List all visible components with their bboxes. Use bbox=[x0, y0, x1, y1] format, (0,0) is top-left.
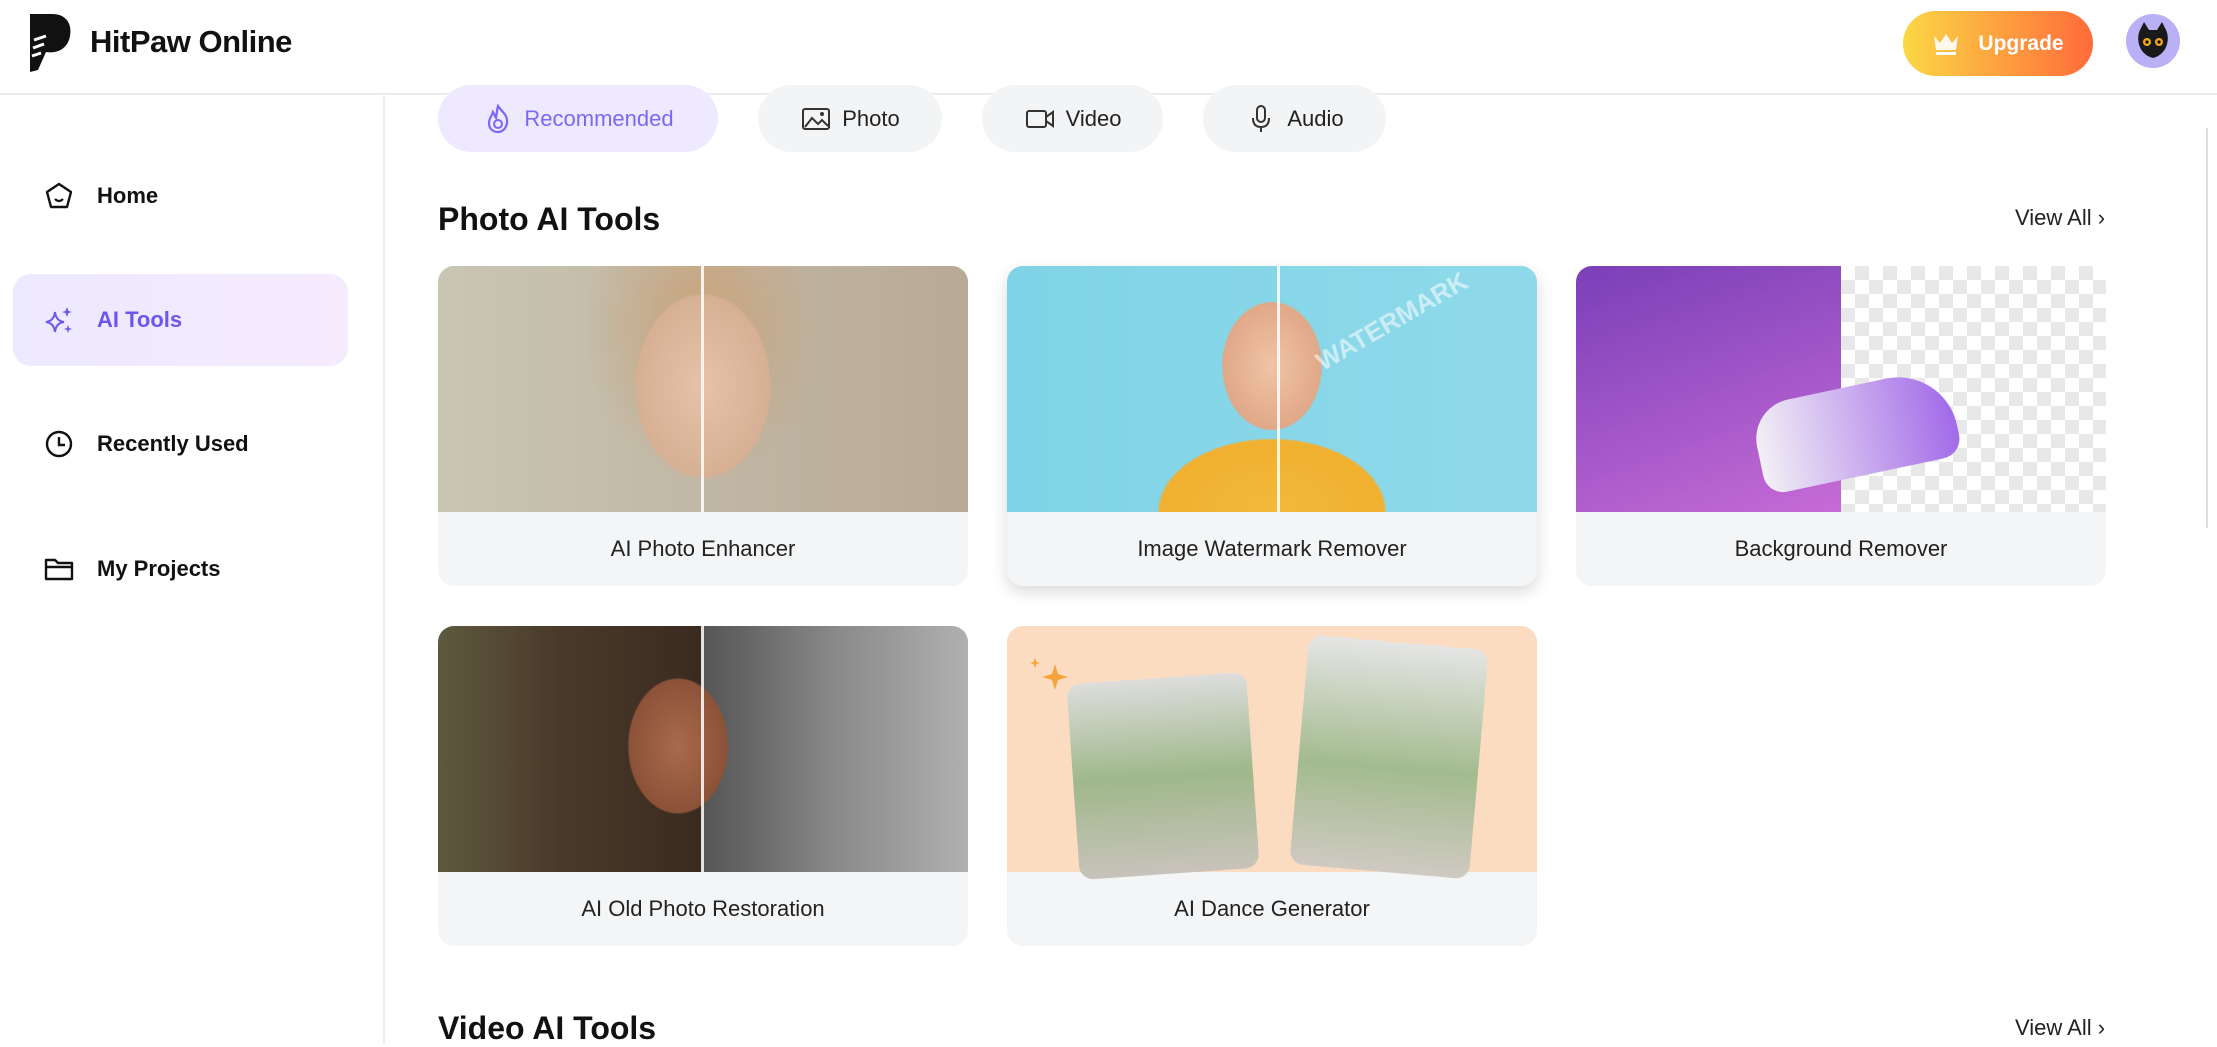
section-title-photo-ai-tools: Photo AI Tools bbox=[438, 201, 661, 237]
view-all-label: View All bbox=[2015, 205, 2092, 230]
sidebar-item-recently-used[interactable]: Recently Used bbox=[13, 398, 348, 490]
scrollbar[interactable] bbox=[2206, 128, 2216, 528]
tab-video[interactable]: Video bbox=[982, 85, 1163, 152]
upgrade-button[interactable]: Upgrade bbox=[1903, 11, 2093, 76]
hitpaw-logo-icon[interactable] bbox=[24, 12, 74, 74]
sparkles-icon bbox=[45, 307, 72, 333]
card-label: Background Remover bbox=[1734, 536, 1948, 561]
top-header: HitPaw Online Upgrade bbox=[0, 0, 2217, 95]
sidebar-item-home[interactable]: Home bbox=[13, 150, 348, 242]
old-photo-restoration-thumbnail bbox=[438, 626, 968, 872]
home-icon bbox=[45, 182, 73, 209]
tool-card-ai-old-photo-restoration[interactable]: AI Old Photo Restoration bbox=[438, 626, 968, 946]
sidebar-item-label: Home bbox=[97, 183, 159, 208]
view-all-video-link[interactable]: View All › bbox=[2015, 1015, 2105, 1041]
dance-generator-thumbnail bbox=[1007, 626, 1537, 881]
brand-name[interactable]: HitPaw Online bbox=[90, 24, 292, 60]
section-title-video-ai-tools: Video AI Tools bbox=[438, 1010, 657, 1046]
folder-icon bbox=[44, 558, 74, 581]
sidebar-item-label: My Projects bbox=[97, 556, 221, 581]
tab-label: Audio bbox=[1287, 105, 1344, 131]
tab-recommended[interactable]: Recommended bbox=[438, 85, 718, 152]
card-label: Image Watermark Remover bbox=[1137, 536, 1407, 561]
tab-label: Photo bbox=[842, 105, 900, 131]
sidebar: Home AI Tools Recently Used My Projects bbox=[0, 95, 385, 1044]
tab-label: Video bbox=[1065, 105, 1122, 131]
card-label: AI Old Photo Restoration bbox=[581, 896, 825, 921]
card-label: AI Photo Enhancer bbox=[610, 536, 796, 561]
clock-icon bbox=[45, 430, 73, 458]
view-all-label: View All bbox=[2015, 1015, 2092, 1040]
user-avatar[interactable] bbox=[2126, 14, 2180, 68]
crown-icon bbox=[1934, 33, 1959, 55]
image-icon bbox=[802, 107, 831, 130]
sidebar-item-label: Recently Used bbox=[97, 431, 249, 456]
sidebar-item-ai-tools[interactable]: AI Tools bbox=[13, 274, 348, 366]
fire-icon bbox=[488, 103, 509, 133]
microphone-icon bbox=[1252, 104, 1271, 132]
ai-photo-enhancer-thumbnail bbox=[438, 266, 968, 512]
tool-card-background-remover[interactable]: Background Remover bbox=[1576, 266, 2106, 586]
watermark-text: WATERMARK bbox=[1310, 266, 1473, 377]
sidebar-item-my-projects[interactable]: My Projects bbox=[13, 523, 348, 615]
tab-label: Recommended bbox=[524, 105, 674, 131]
tab-audio[interactable]: Audio bbox=[1203, 85, 1386, 152]
chevron-right-icon: › bbox=[2097, 1015, 2106, 1040]
tab-photo[interactable]: Photo bbox=[758, 85, 942, 152]
upgrade-label: Upgrade bbox=[1978, 31, 2064, 55]
chevron-right-icon: › bbox=[2097, 205, 2106, 230]
tool-card-ai-photo-enhancer[interactable]: AI Photo Enhancer bbox=[438, 266, 968, 586]
tool-card-ai-dance-generator[interactable]: AI Dance Generator bbox=[1007, 626, 1537, 946]
view-all-photo-link[interactable]: View All › bbox=[2015, 205, 2105, 231]
card-label: AI Dance Generator bbox=[1174, 896, 1370, 921]
sparkle-icon bbox=[1030, 658, 1068, 690]
watermark-remover-thumbnail: WATERMARK bbox=[1007, 266, 1537, 512]
video-camera-icon bbox=[1025, 109, 1054, 128]
tool-card-image-watermark-remover[interactable]: WATERMARK Image Watermark Remover bbox=[1007, 266, 1537, 586]
sidebar-item-label: AI Tools bbox=[97, 307, 183, 332]
